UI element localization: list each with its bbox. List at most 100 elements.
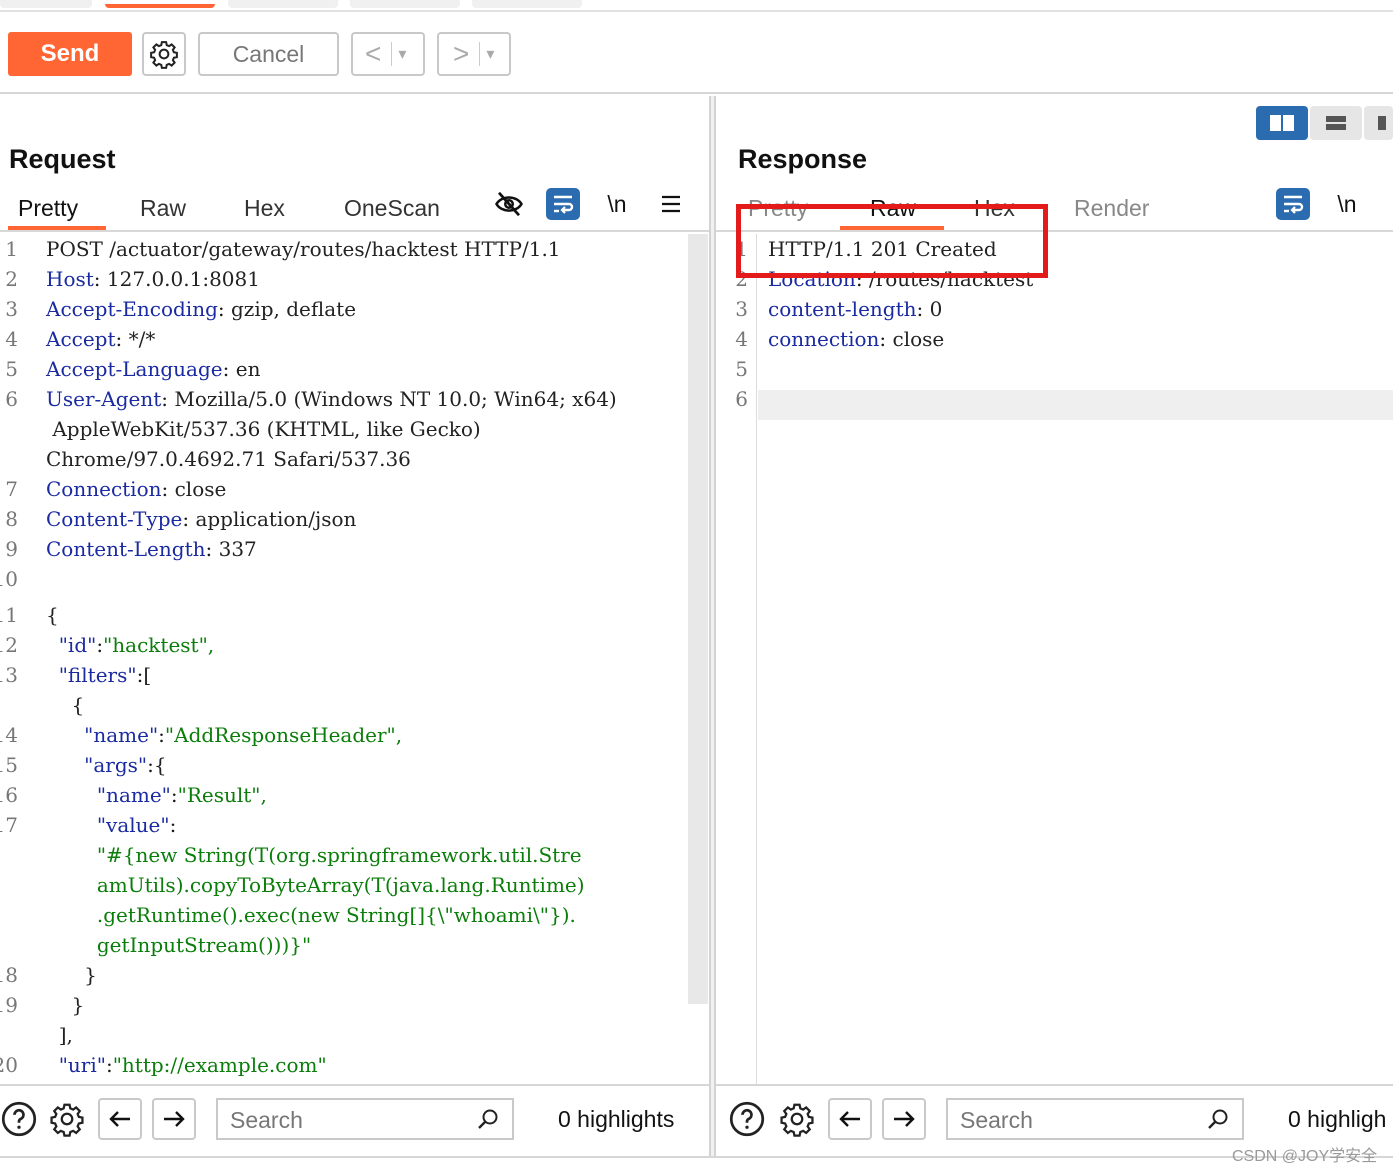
arrow-right-icon: [164, 1111, 185, 1127]
top-tab[interactable]: [0, 0, 92, 8]
separator: :: [161, 477, 175, 501]
send-button[interactable]: Send: [8, 32, 132, 76]
history-back-button[interactable]: < ▾: [351, 32, 425, 76]
request-pane: Request Pretty Raw Hex OneScan \n 1 POST …: [0, 96, 709, 1156]
search-icon: [478, 1109, 498, 1129]
value: application/json: [195, 507, 357, 531]
line-number: 11: [0, 603, 18, 627]
footer-settings-button[interactable]: [48, 1100, 86, 1138]
settings-button[interactable]: [142, 32, 186, 76]
header-key: User-Agent: [46, 387, 162, 411]
tab-onescan[interactable]: OneScan: [344, 192, 440, 230]
code-line: "args":{: [46, 750, 167, 780]
separator: :: [115, 327, 129, 351]
code-line: Content-Length: 337: [46, 534, 257, 564]
history-forward-button[interactable]: > ▾: [437, 32, 511, 76]
code-line: "uri":"http://example.com": [46, 1050, 327, 1080]
rows-icon: [1326, 116, 1346, 130]
arrow-left-icon: [839, 1111, 860, 1127]
top-tab[interactable]: [350, 0, 460, 8]
header-key: Accept-Language: [46, 357, 223, 381]
line-number: 19: [0, 993, 18, 1017]
gear-icon: [150, 41, 178, 69]
line-number: 17: [0, 813, 18, 837]
top-tab[interactable]: [472, 0, 582, 8]
separator: :: [169, 813, 177, 837]
header-key: "uri": [58, 1053, 106, 1077]
layout-stacked-button[interactable]: [1310, 106, 1362, 140]
chevron-down-icon: ▾: [486, 46, 495, 63]
search-next-button[interactable]: [882, 1098, 926, 1140]
help-button[interactable]: [0, 1100, 38, 1138]
menu-button[interactable]: [654, 188, 688, 220]
line-number: 2: [5, 267, 18, 291]
search-next-button[interactable]: [152, 1098, 196, 1140]
gear-icon: [780, 1103, 814, 1137]
header-key: content-length: [768, 297, 917, 321]
line-number: 10: [0, 567, 18, 591]
layout-single-button[interactable]: [1364, 106, 1393, 140]
value: getInputStream()))}": [96, 933, 312, 957]
line-number: 4: [5, 327, 18, 351]
line-number: 6: [735, 387, 748, 411]
value: POST /actuator/gateway/routes/hacktest H…: [46, 237, 561, 261]
value: AppleWebKit/537.36 (KHTML, like Gecko): [46, 417, 481, 441]
search-prev-button[interactable]: [828, 1098, 872, 1140]
response-search-box: [946, 1098, 1244, 1140]
value: amUtils).copyToByteArray(T(java.lang.Run…: [96, 873, 585, 897]
header-key: "name": [96, 783, 171, 807]
toolbar: Send Cancel < ▾ > ▾: [0, 14, 1393, 94]
separator: :: [916, 297, 930, 321]
word-wrap-button[interactable]: [1276, 188, 1310, 220]
arrow-right-icon: [894, 1111, 915, 1127]
footer-settings-button[interactable]: [778, 1100, 816, 1138]
code-line: Content-Type: application/json: [46, 504, 356, 534]
line-number: 12: [0, 633, 18, 657]
request-search-box: [216, 1098, 514, 1140]
code-line: Accept: */*: [46, 324, 155, 354]
line-number: 18: [0, 963, 18, 987]
value: gzip, deflate: [231, 297, 357, 321]
tab-raw[interactable]: Raw: [140, 192, 186, 230]
request-editor[interactable]: 1 POST /actuator/gateway/routes/hacktest …: [0, 234, 688, 1084]
layout-side-by-side-button[interactable]: [1256, 106, 1308, 140]
word-wrap-button[interactable]: [546, 188, 580, 220]
value: Chrome/97.0.4692.71 Safari/537.36: [46, 447, 411, 471]
header-key: Accept-Encoding: [46, 297, 218, 321]
hide-nonprintable-button[interactable]: [492, 188, 526, 220]
top-tab[interactable]: [228, 0, 338, 8]
tab-render[interactable]: Render: [1074, 192, 1149, 230]
line-number: 16: [0, 783, 18, 807]
value: 0: [929, 297, 943, 321]
line-number: 7: [5, 477, 18, 501]
search-input[interactable]: [230, 1105, 470, 1135]
value: {: [46, 603, 59, 627]
response-editor[interactable]: 1 HTTP/1.1 201 Created 2 Location: /routes/…: [716, 234, 1393, 1084]
search-prev-button[interactable]: [98, 1098, 142, 1140]
cancel-button[interactable]: Cancel: [198, 32, 339, 76]
code-line: }: [46, 990, 84, 1020]
request-scrollbar[interactable]: [688, 234, 708, 1004]
show-newlines-button[interactable]: \n: [600, 188, 634, 220]
value: {: [153, 753, 167, 777]
header-key: "id": [58, 633, 97, 657]
show-newlines-button[interactable]: \n: [1330, 188, 1364, 220]
chevron-left-icon: <: [365, 38, 382, 69]
pane-divider[interactable]: [709, 96, 716, 1156]
separator: :: [879, 327, 893, 351]
line-number: 9: [5, 537, 18, 561]
line-number: 6: [5, 387, 18, 411]
header-key: "name": [84, 723, 159, 747]
code-line: "name":"AddResponseHeader",: [46, 720, 402, 750]
search-input[interactable]: [960, 1105, 1200, 1135]
tab-pretty[interactable]: Pretty: [8, 192, 106, 230]
tab-hex[interactable]: Hex: [244, 192, 285, 230]
help-button[interactable]: [728, 1100, 766, 1138]
value: close: [174, 477, 227, 501]
top-tab-active[interactable]: [105, 0, 215, 8]
